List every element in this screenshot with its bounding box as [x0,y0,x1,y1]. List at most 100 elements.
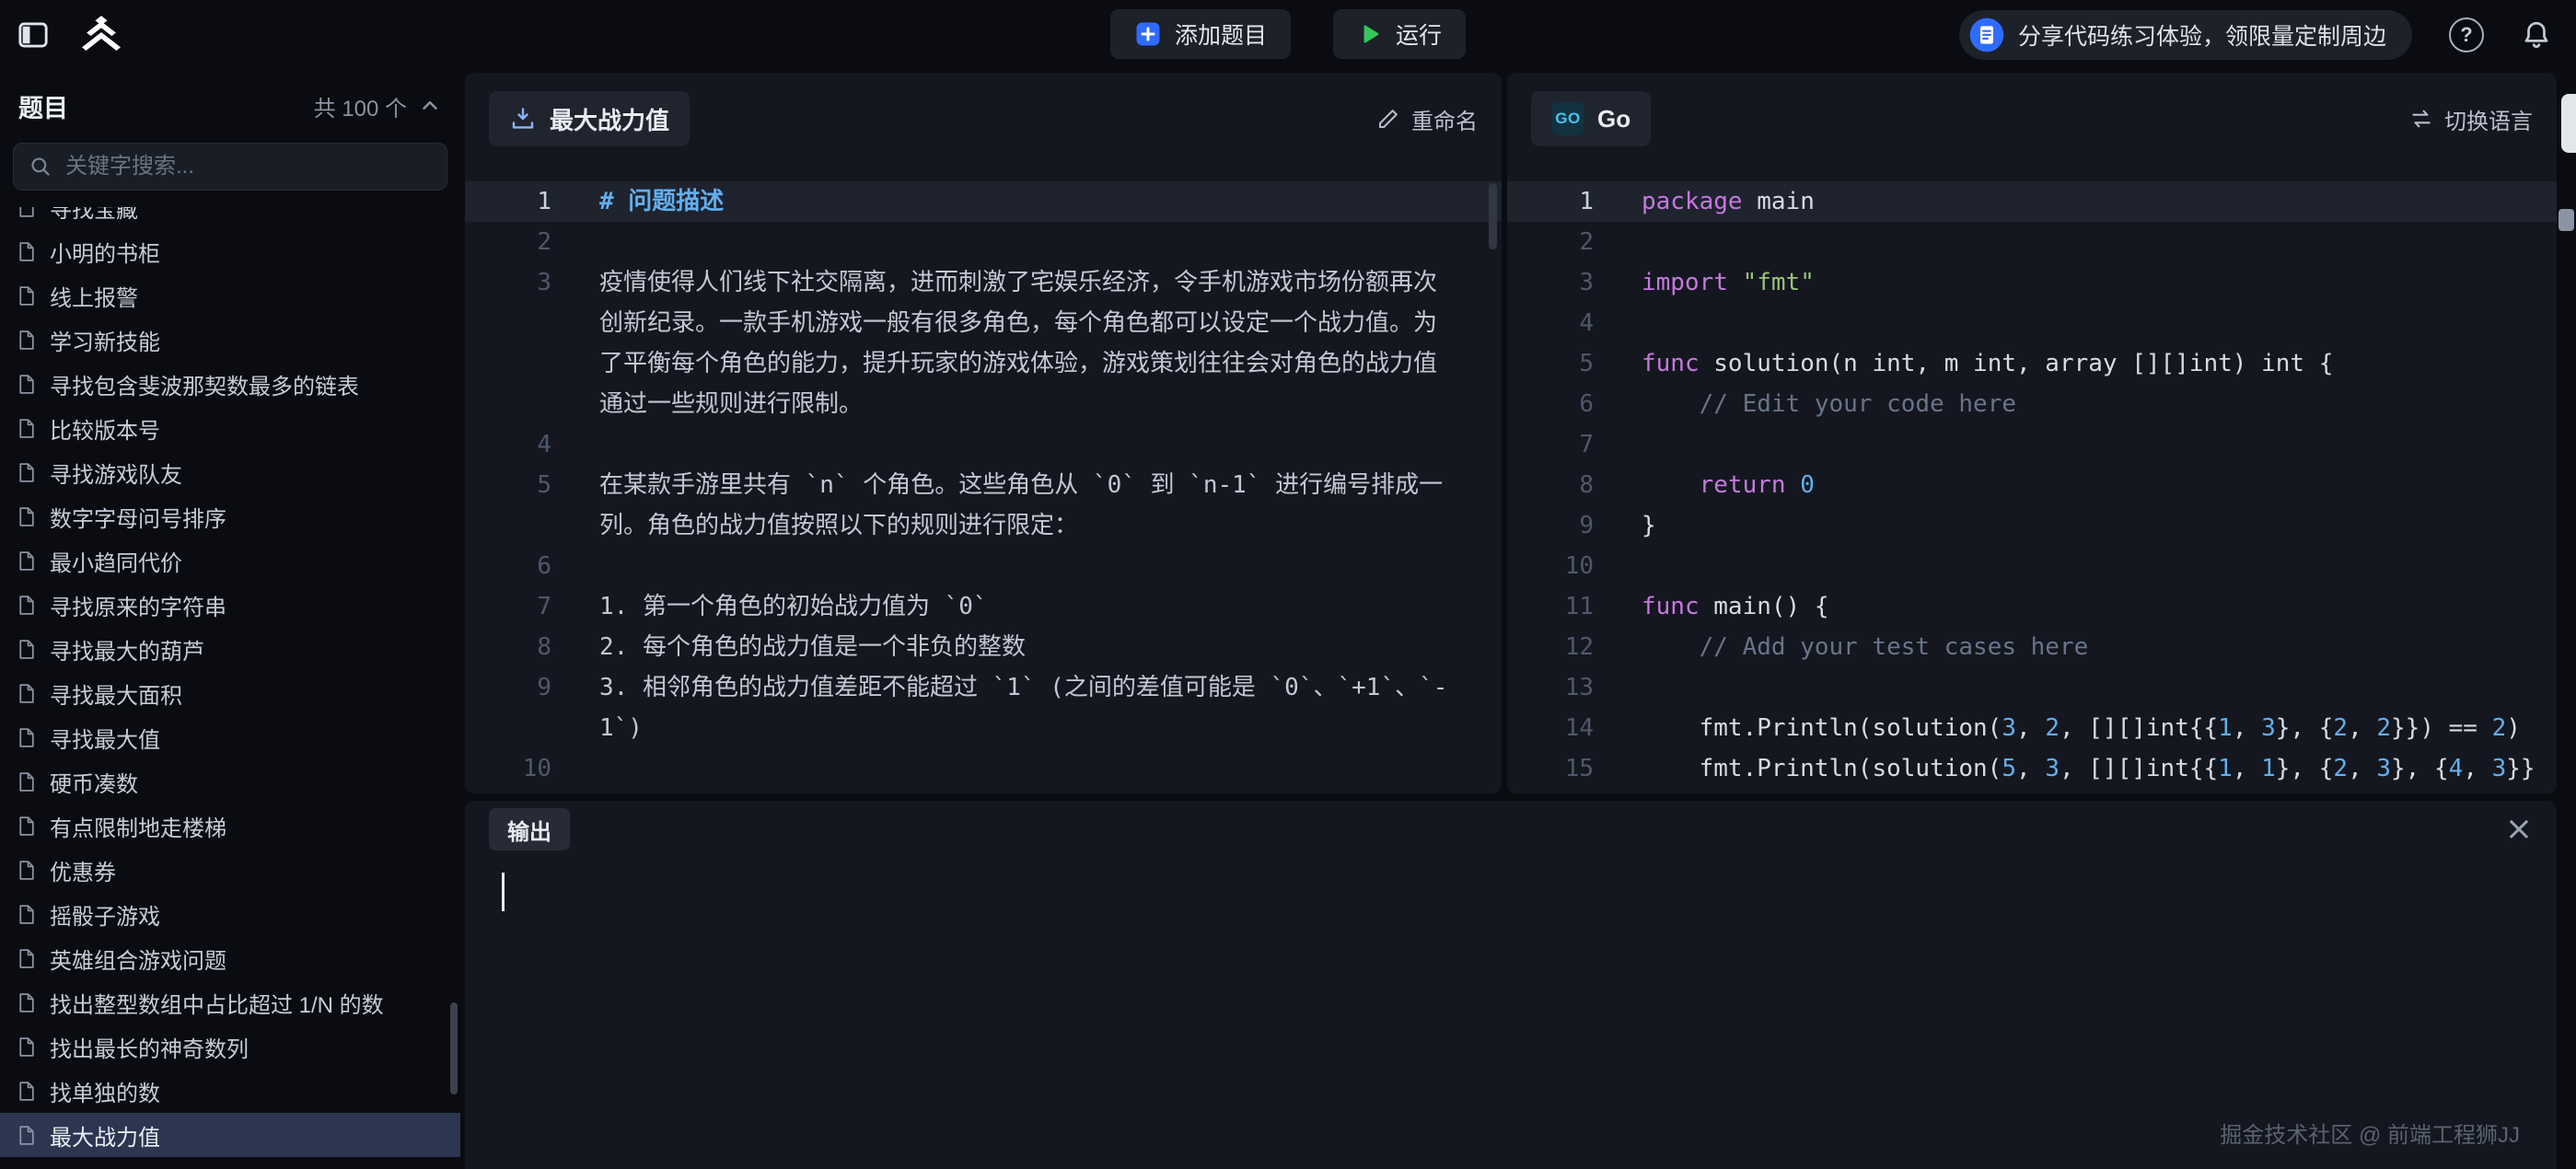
close-icon[interactable]: × [2505,813,2533,846]
document-icon [15,329,38,352]
sidebar-item-label: 找出整型数组中占比超过 1/N 的数 [50,987,384,1019]
run-button[interactable]: 运行 [1333,9,1466,59]
code-editor-lines[interactable]: 1package main23import "fmt"45func soluti… [1507,165,2557,793]
problem-line[interactable]: 2 [465,222,1502,262]
code-line-text: return 0 [1599,465,2557,505]
sidebar-item-label: 寻找原来的字符串 [50,589,226,621]
code-line[interactable]: 14 fmt.Println(solution(3, 2, [][]int{{1… [1507,708,2557,748]
sidebar-item[interactable]: 寻找最大的葫芦 [0,627,460,671]
code-line[interactable]: 15 fmt.Println(solution(5, 3, [][]int{{1… [1507,748,2557,789]
code-line-text [1599,222,2557,262]
sidebar-item[interactable]: 寻找原来的字符串 [0,583,460,627]
sidebar-item[interactable]: 线上报警 [0,273,460,318]
problem-line-text [557,222,1456,262]
sidebar-item[interactable]: 寻找包含斐波那契数最多的链表 [0,362,460,406]
line-number: 7 [1507,424,1599,465]
problem-line-text [557,424,1456,465]
code-line[interactable]: 6 // Edit your code here [1507,384,2557,424]
code-line[interactable]: 8 return 0 [1507,465,2557,505]
sidebar-item[interactable]: 找出整型数组中占比超过 1/N 的数 [0,980,460,1024]
switch-language-button[interactable]: 切换语言 [2409,103,2533,135]
chevron-up-icon[interactable] [418,94,442,118]
problem-line[interactable]: 71. 第一个角色的初始战力值为 `0` [465,586,1502,627]
sidebar-item[interactable]: 找出最长的神奇数列 [0,1024,460,1069]
rename-button[interactable]: 重命名 [1376,103,1478,135]
sidebar-item-label: 数字字母问号排序 [50,501,226,533]
code-line[interactable]: 11func main() { [1507,586,2557,627]
code-line[interactable]: 5func solution(n int, m int, array [][]i… [1507,343,2557,384]
sidebar-item[interactable]: 比较版本号 [0,406,460,450]
line-number: 4 [465,424,557,465]
sidebar-item[interactable]: 摇骰子游戏 [0,892,460,936]
sidebar-item[interactable]: 小明的书柜 [0,229,460,273]
sidebar-item[interactable]: 优惠券 [0,848,460,892]
document-icon [15,947,38,970]
rename-label: 重命名 [1411,103,1478,135]
top-bar: 添加题目 运行 分享代码练 [0,0,2576,69]
sidebar-item[interactable]: 数字字母问号排序 [0,494,460,538]
document-icon [15,461,38,484]
problem-line[interactable]: 6 [465,546,1502,586]
bell-icon[interactable] [2521,19,2552,51]
code-line[interactable]: 1package main [1507,181,2557,222]
problem-line[interactable]: 3疫情使得人们线下社交隔离，进而刺激了宅娱乐经济，令手机游戏市场份额再次创新纪录… [465,262,1502,424]
help-icon[interactable]: ? [2449,17,2484,52]
edge-panel-handle[interactable] [2561,94,2576,153]
sidebar-item[interactable]: 学习新技能 [0,318,460,362]
document-icon [15,815,38,838]
document-icon [15,594,38,617]
problem-editor-lines[interactable]: 1# 问题描述23疫情使得人们线下社交隔离，进而刺激了宅娱乐经济，令手机游戏市场… [465,165,1502,793]
sidebar-item[interactable]: 硬币凑数 [0,759,460,804]
code-line[interactable]: 10 [1507,546,2557,586]
sidebar-item[interactable]: 英雄组合游戏问题 [0,936,460,980]
problem-line-text: 3. 相邻角色的战力值差距不能超过 `1` (之间的差值可能是 `0`、`+1`… [557,667,1456,748]
sidebar-collapse-icon[interactable] [17,19,50,51]
sidebar-item[interactable]: 寻找宝藏 [0,207,460,229]
code-line[interactable]: 13 [1507,667,2557,708]
search-input[interactable] [64,153,432,180]
sidebar-header: 题目 共 100 个 [0,69,460,143]
document-icon [15,682,38,705]
sidebar-scrollbar[interactable] [450,1002,458,1094]
document-icon [15,859,38,882]
code-line[interactable]: 7 [1507,424,2557,465]
sidebar-item[interactable]: 统计字符出现次数 [0,1157,460,1169]
line-number: 10 [465,748,557,789]
edge-widget[interactable] [2559,209,2574,231]
sidebar-item[interactable]: 有点限制地走楼梯 [0,804,460,848]
code-line[interactable]: 9} [1507,505,2557,546]
problem-line[interactable]: 10 [465,748,1502,789]
sidebar-item[interactable]: 找单独的数 [0,1069,460,1113]
sidebar-item[interactable]: 寻找最大值 [0,715,460,759]
code-line-text: func solution(n int, m int, array [][]in… [1599,343,2557,384]
sidebar-item[interactable]: 最小趋同代价 [0,538,460,583]
problem-line-text: 1. 第一个角色的初始战力值为 `0` [557,586,1456,627]
code-line[interactable]: 12 // Add your test cases here [1507,627,2557,667]
sidebar-item[interactable]: 最大战力值 [0,1113,460,1157]
problem-line[interactable]: 5在某款手游里共有 `n` 个角色。这些角色从 `0` 到 `n-1` 进行编号… [465,465,1502,546]
sidebar-item-label: 英雄组合游戏问题 [50,943,226,975]
promo-banner[interactable]: 分享代码练习体验，领限量定制周边 [1959,10,2412,60]
swap-arrows-icon [2409,107,2433,131]
problem-line[interactable]: 1# 问题描述 [465,181,1502,222]
problem-editor-scrollbar[interactable] [1489,183,1497,249]
problem-line[interactable]: 93. 相邻角色的战力值差距不能超过 `1` (之间的差值可能是 `0`、`+1… [465,667,1502,748]
code-line-text: package main [1599,181,2557,222]
line-number: 1 [1507,181,1599,222]
plus-square-icon [1134,20,1162,48]
code-line[interactable]: 2 [1507,222,2557,262]
problem-line[interactable]: 82. 每个角色的战力值是一个非负的整数 [465,627,1502,667]
problem-panel: 最大战力值 重命名 1# 问题描述23疫情使得人们线下社交隔离，进而刺激了宅娱乐… [465,73,1502,793]
document-icon [15,770,38,793]
sidebar-item-label: 寻找最大值 [50,722,160,754]
add-problem-button[interactable]: 添加题目 [1110,9,1291,59]
code-line[interactable]: 4 [1507,303,2557,343]
problem-line[interactable]: 4 [465,424,1502,465]
output-tab[interactable]: 输出 [489,808,570,851]
sidebar-item[interactable]: 寻找最大面积 [0,671,460,715]
code-line-text [1599,303,2557,343]
document-icon [15,207,38,219]
sidebar-item[interactable]: 寻找游戏队友 [0,450,460,494]
code-line[interactable]: 3import "fmt" [1507,262,2557,303]
line-number: 12 [1507,627,1599,667]
